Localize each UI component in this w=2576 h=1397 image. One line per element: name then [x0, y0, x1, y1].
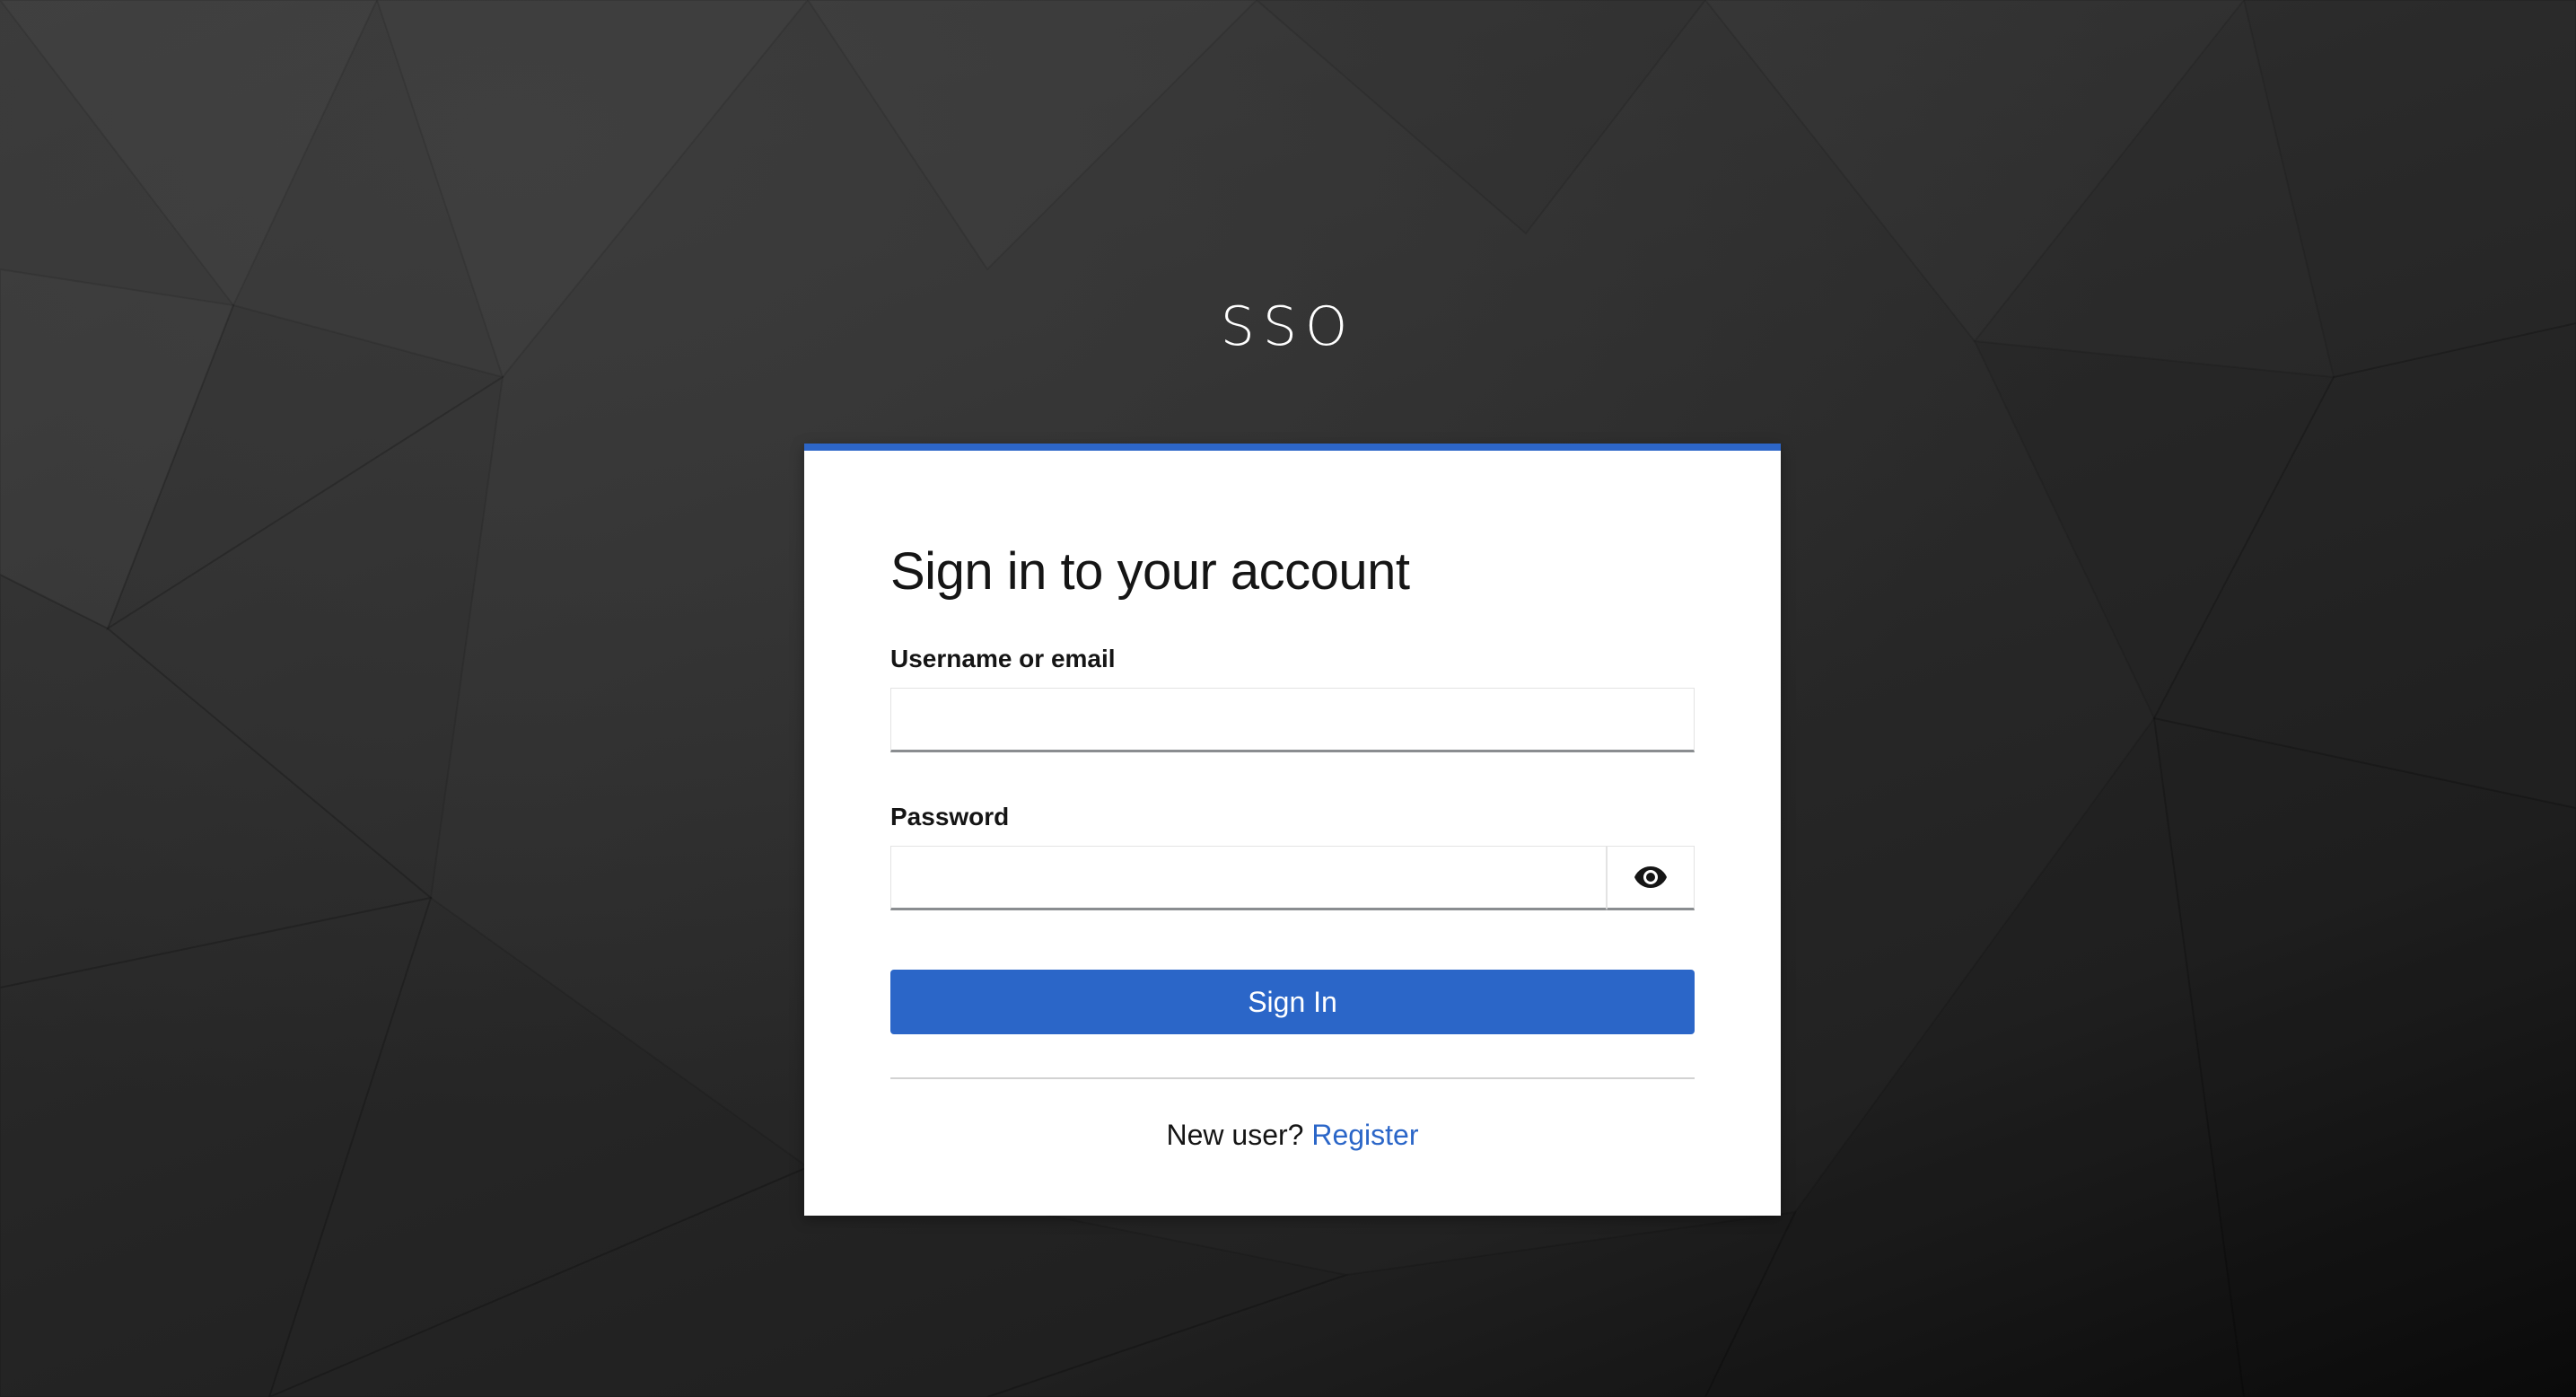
register-link[interactable]: Register	[1311, 1119, 1418, 1151]
page-title: Sign in to your account	[890, 542, 1410, 601]
username-label: Username or email	[890, 645, 1116, 672]
username-input[interactable]	[890, 688, 1695, 752]
register-prompt: New user?	[1166, 1119, 1304, 1151]
show-password-button[interactable]	[1607, 846, 1695, 910]
password-input[interactable]	[890, 846, 1607, 910]
eye-icon	[1634, 866, 1667, 888]
login-card: Sign in to your account Username or emai…	[804, 444, 1781, 1216]
password-group	[890, 846, 1695, 910]
sign-in-button[interactable]: Sign In	[890, 970, 1695, 1034]
password-label: Password	[890, 803, 1010, 830]
register-row: New user? Register	[890, 1117, 1695, 1153]
brand-logo-text: SSO	[1220, 295, 1356, 358]
divider	[890, 1077, 1695, 1079]
